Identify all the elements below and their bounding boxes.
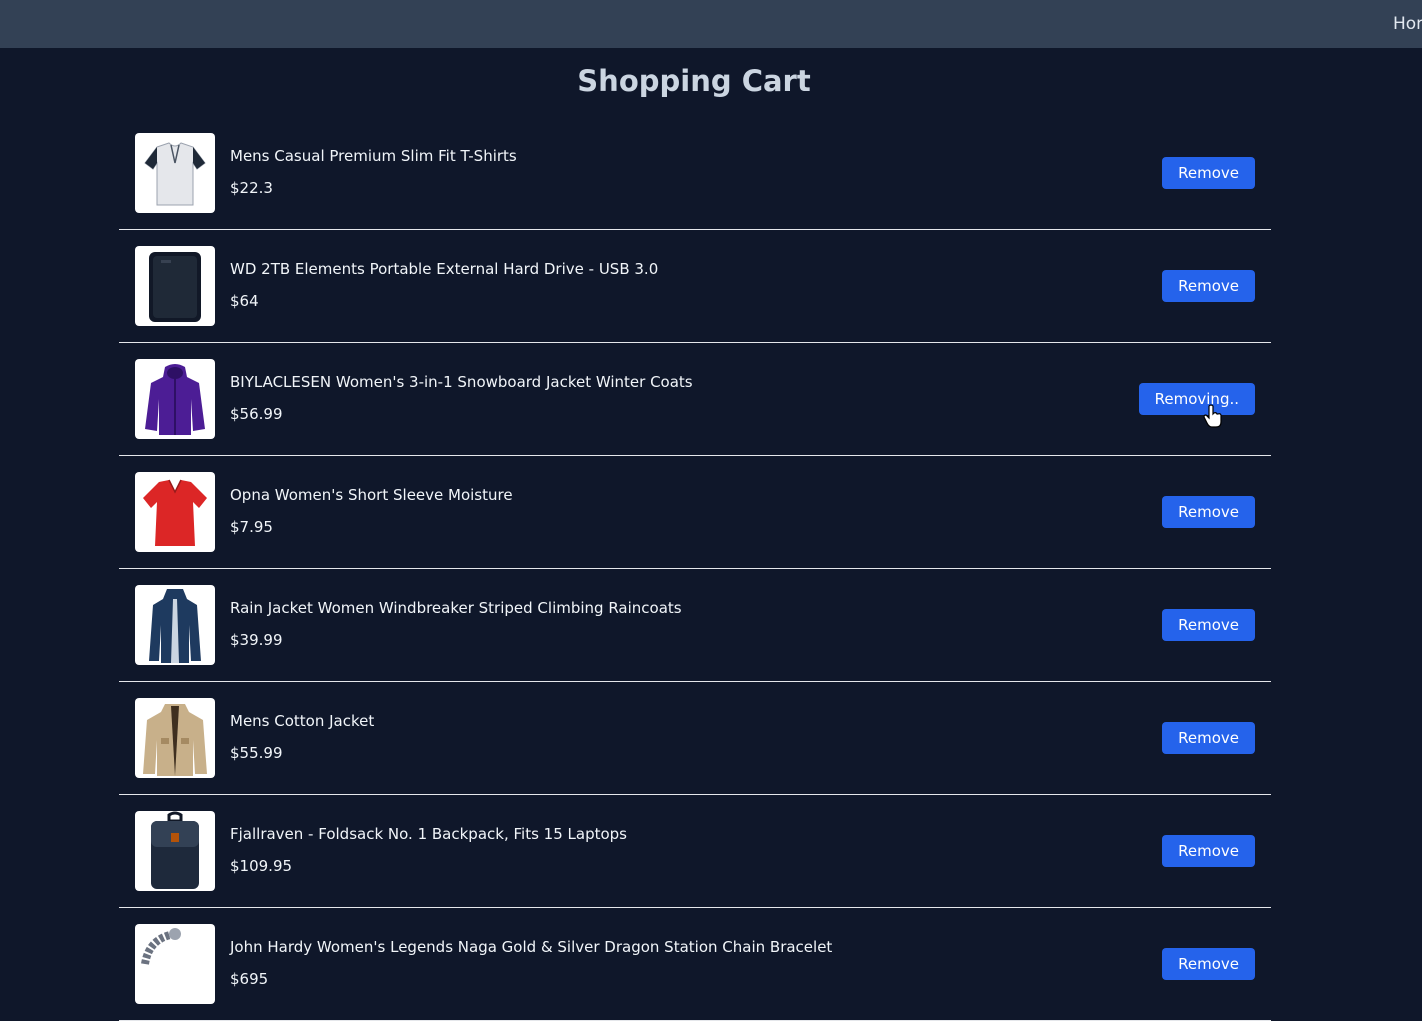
item-price: $22.3 xyxy=(230,179,273,197)
item-name: BIYLACLESEN Women's 3-in-1 Snowboard Jac… xyxy=(230,373,693,391)
item-name: Rain Jacket Women Windbreaker Striped Cl… xyxy=(230,599,682,617)
item-price: $55.99 xyxy=(230,744,283,762)
remove-button[interactable]: Remove xyxy=(1162,496,1255,528)
remove-button[interactable]: Remove xyxy=(1162,835,1255,867)
cart-list: Mens Casual Premium Slim Fit T-Shirts $2… xyxy=(119,117,1271,1021)
navy-coat-icon xyxy=(135,585,215,665)
item-name: Opna Women's Short Sleeve Moisture xyxy=(230,486,513,504)
cart-item: Mens Casual Premium Slim Fit T-Shirts $2… xyxy=(119,117,1271,230)
remove-button[interactable]: Remove xyxy=(1162,157,1255,189)
red-shirt-icon xyxy=(135,472,215,552)
item-name: John Hardy Women's Legends Naga Gold & S… xyxy=(230,938,833,956)
removing-button[interactable]: Removing.. xyxy=(1138,383,1255,415)
cart-item: Rain Jacket Women Windbreaker Striped Cl… xyxy=(119,569,1271,682)
backpack-icon xyxy=(135,811,215,891)
cart-item: WD 2TB Elements Portable External Hard D… xyxy=(119,230,1271,343)
remove-button[interactable]: Remove xyxy=(1162,722,1255,754)
item-price: $64 xyxy=(230,292,259,310)
tshirt-icon xyxy=(135,133,215,213)
cart-item: Fjallraven - Foldsack No. 1 Backpack, Fi… xyxy=(119,795,1271,908)
item-price: $695 xyxy=(230,970,269,988)
item-name: Fjallraven - Foldsack No. 1 Backpack, Fi… xyxy=(230,825,627,843)
item-price: $7.95 xyxy=(230,518,273,536)
remove-button[interactable]: Remove xyxy=(1162,609,1255,641)
cart-item: Mens Cotton Jacket $55.99 Remove xyxy=(119,682,1271,795)
item-price: $109.95 xyxy=(230,857,293,875)
purple-jacket-icon xyxy=(135,359,215,439)
cart-item: BIYLACLESEN Women's 3-in-1 Snowboard Jac… xyxy=(119,343,1271,456)
remove-button[interactable]: Remove xyxy=(1162,270,1255,302)
page-title: Shopping Cart xyxy=(577,64,811,98)
nav-home-link[interactable]: Home xyxy=(1393,14,1422,34)
item-name: WD 2TB Elements Portable External Hard D… xyxy=(230,260,659,278)
item-name: Mens Cotton Jacket xyxy=(230,712,375,730)
bracelet-icon xyxy=(135,924,215,1004)
top-navbar: Home xyxy=(0,0,1422,48)
item-name: Mens Casual Premium Slim Fit T-Shirts xyxy=(230,147,517,165)
khaki-jacket-icon xyxy=(135,698,215,778)
hard-drive-icon xyxy=(135,246,215,326)
item-price: $39.99 xyxy=(230,631,283,649)
remove-button[interactable]: Remove xyxy=(1162,948,1255,980)
cart-item: Opna Women's Short Sleeve Moisture $7.95… xyxy=(119,456,1271,569)
cart-item: John Hardy Women's Legends Naga Gold & S… xyxy=(119,908,1271,1021)
item-price: $56.99 xyxy=(230,405,283,423)
